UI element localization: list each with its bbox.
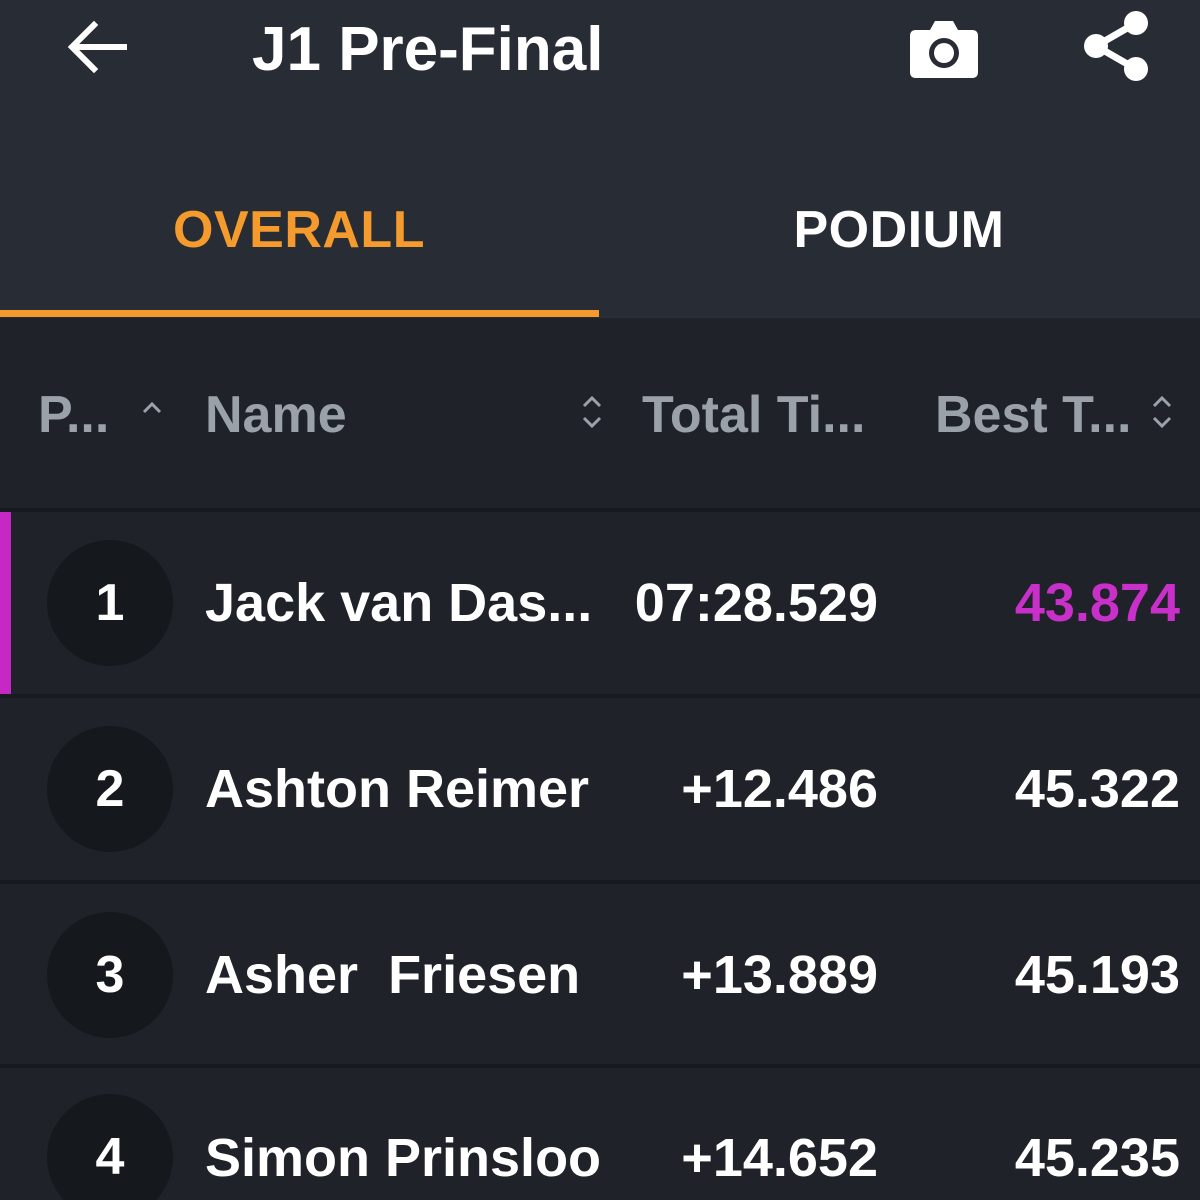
column-header-name[interactable]: Name xyxy=(205,380,347,450)
best-time: 45.235 xyxy=(1014,1128,1180,1188)
table-row[interactable]: 4 Simon Prinsloo +14.652 45.235 xyxy=(0,1068,1200,1200)
sort-ascending-icon[interactable] xyxy=(140,398,164,416)
tab-overall-label: OVERALL xyxy=(173,201,425,259)
driver-name: Simon Prinsloo xyxy=(205,1128,600,1188)
share-icon xyxy=(1084,11,1148,81)
driver-name: Asher Friesen xyxy=(205,945,581,1005)
position-badge: 4 xyxy=(47,1094,173,1200)
position-number: 2 xyxy=(95,760,125,818)
arrow-left-icon xyxy=(67,20,127,74)
total-time: +13.889 xyxy=(681,945,878,1005)
table-row[interactable]: 1 Jack van Das... 07:28.529 43.874 xyxy=(0,512,1200,694)
position-badge: 3 xyxy=(47,912,173,1038)
best-time: 45.322 xyxy=(1014,759,1180,819)
position-number: 4 xyxy=(95,1128,125,1186)
column-header-best-time[interactable]: Best T... xyxy=(935,380,1132,450)
table-row[interactable]: 3 Asher Friesen +13.889 45.193 xyxy=(0,884,1200,1066)
fastest-lap-highlight xyxy=(0,512,11,694)
column-header-position[interactable]: P... xyxy=(38,380,109,450)
tab-podium-label: PODIUM xyxy=(793,201,1005,259)
camera-button[interactable] xyxy=(904,12,984,84)
results-screen: J1 Pre-Final OVERALL PODIUM P... Name To… xyxy=(0,0,1200,1200)
back-button[interactable] xyxy=(62,12,132,82)
app-bar: J1 Pre-Final OVERALL PODIUM xyxy=(0,0,1200,318)
sort-unsorted-icon[interactable] xyxy=(1148,392,1176,432)
tab-overall[interactable]: OVERALL xyxy=(0,160,598,318)
total-time: +12.486 xyxy=(681,759,878,819)
total-time: +14.652 xyxy=(681,1128,878,1188)
position-number: 3 xyxy=(95,946,125,1004)
page-title: J1 Pre-Final xyxy=(252,15,604,84)
tab-podium[interactable]: PODIUM xyxy=(600,160,1198,318)
position-number: 1 xyxy=(95,574,125,632)
position-badge: 2 xyxy=(47,726,173,852)
best-time: 43.874 xyxy=(1014,573,1180,633)
share-button[interactable] xyxy=(1076,6,1156,86)
sort-unsorted-icon[interactable] xyxy=(578,392,606,432)
active-tab-indicator xyxy=(0,310,599,317)
camera-icon xyxy=(910,21,978,78)
column-header-total-time[interactable]: Total Ti... xyxy=(642,380,865,450)
position-badge: 1 xyxy=(47,540,173,666)
driver-name: Jack van Das... xyxy=(205,573,593,633)
best-time: 45.193 xyxy=(1014,945,1180,1005)
driver-name: Ashton Reimer xyxy=(205,759,590,819)
table-row[interactable]: 2 Ashton Reimer +12.486 45.322 xyxy=(0,698,1200,880)
total-time: 07:28.529 xyxy=(634,573,878,633)
